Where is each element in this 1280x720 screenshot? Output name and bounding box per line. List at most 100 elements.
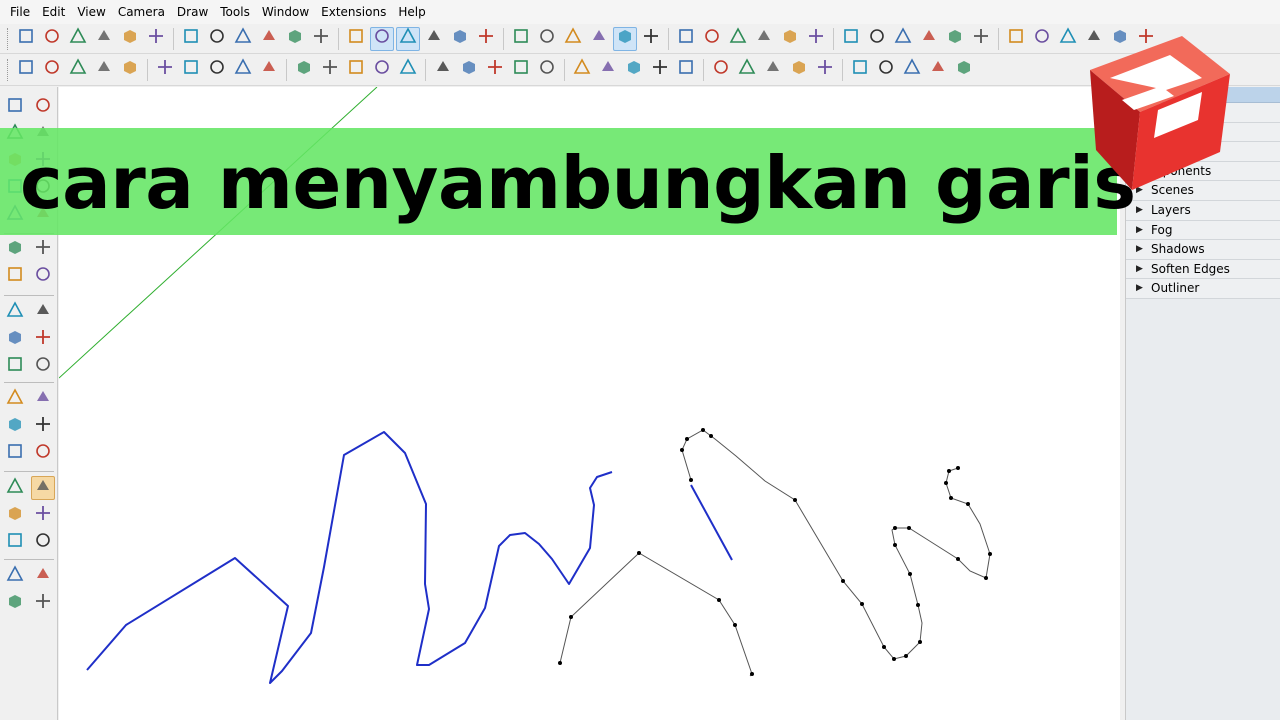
window3-button[interactable]: [205, 58, 229, 82]
component-button[interactable]: [804, 27, 828, 51]
three-point-arc-tool[interactable]: [3, 264, 27, 288]
zoom-extents-tool[interactable]: [3, 530, 27, 554]
tray-item-layers[interactable]: ▶ Layers: [1126, 200, 1280, 221]
offset-button[interactable]: [396, 26, 420, 51]
layer-button[interactable]: [891, 27, 915, 51]
zoom-tool[interactable]: [3, 503, 27, 527]
undo-button[interactable]: [205, 27, 229, 51]
pencil-line-button[interactable]: [926, 58, 950, 82]
match-photo-button[interactable]: [1004, 27, 1028, 51]
protractor-tool[interactable]: [3, 414, 27, 438]
text-tool[interactable]: [31, 414, 55, 438]
shaded-button[interactable]: [674, 27, 698, 51]
warehouse-button[interactable]: [726, 27, 750, 51]
group-button[interactable]: [596, 58, 620, 82]
kink-button[interactable]: [874, 58, 898, 82]
iso-view-button[interactable]: [422, 27, 446, 51]
tape-measure-tool[interactable]: [3, 387, 27, 411]
menu-tools[interactable]: Tools: [214, 0, 256, 24]
measure-button[interactable]: [257, 58, 281, 82]
share-model-button[interactable]: [752, 27, 776, 51]
sparkle-button[interactable]: [370, 58, 394, 82]
cube2-button[interactable]: [509, 58, 533, 82]
position-camera-tool[interactable]: [3, 564, 27, 588]
left-view-button[interactable]: [561, 27, 585, 51]
teapot-button[interactable]: [40, 58, 64, 82]
menu-draw[interactable]: Draw: [171, 0, 214, 24]
cut-button[interactable]: [92, 27, 116, 51]
section-cut-button[interactable]: [969, 27, 993, 51]
select-arrow-tool[interactable]: [3, 95, 27, 119]
axes-tool[interactable]: [3, 441, 27, 465]
cube1-button[interactable]: [483, 58, 507, 82]
tray-item-soften-edges[interactable]: ▶ Soften Edges: [1126, 259, 1280, 280]
top-view-button[interactable]: [448, 27, 472, 51]
home-button[interactable]: [778, 27, 802, 51]
scale-tool[interactable]: [3, 354, 27, 378]
box3-button[interactable]: [674, 58, 698, 82]
box2-button[interactable]: [648, 58, 672, 82]
terrain-button[interactable]: [92, 58, 116, 82]
model-info-button[interactable]: [283, 27, 307, 51]
section-display-button[interactable]: [943, 27, 967, 51]
t-square-button[interactable]: [344, 58, 368, 82]
new-button[interactable]: [14, 27, 38, 51]
select-circle-button[interactable]: [14, 58, 38, 82]
tray-item-fog[interactable]: ▶ Fog: [1126, 220, 1280, 241]
push-pull-tool[interactable]: [31, 300, 55, 324]
window-button[interactable]: [153, 58, 177, 82]
black-segment-left[interactable]: [559, 552, 753, 677]
section-plane-tool[interactable]: [31, 591, 55, 615]
zoom-window-tool[interactable]: [31, 503, 55, 527]
window2-button[interactable]: [179, 58, 203, 82]
hidden-line-button[interactable]: [639, 27, 663, 51]
blue-selected-segment[interactable]: [690, 484, 733, 561]
menu-view[interactable]: View: [71, 0, 111, 24]
house-button[interactable]: [839, 27, 863, 51]
save-button[interactable]: [66, 27, 90, 51]
triangle-button[interactable]: [318, 58, 342, 82]
car-button[interactable]: [457, 58, 481, 82]
previous-view-tool[interactable]: [31, 530, 55, 554]
open-button[interactable]: [40, 27, 64, 51]
push-pull-button[interactable]: [344, 27, 368, 51]
extension-button[interactable]: [865, 27, 889, 51]
globe-button[interactable]: [431, 58, 455, 82]
rotate-tool[interactable]: [3, 327, 27, 351]
checker-button[interactable]: [709, 58, 733, 82]
pan-tool[interactable]: [31, 476, 55, 500]
orbit-tool[interactable]: [3, 476, 27, 500]
right-view-button[interactable]: [509, 27, 533, 51]
ridge-button[interactable]: [848, 58, 872, 82]
box1-button[interactable]: [622, 58, 646, 82]
move-tool[interactable]: [3, 300, 27, 324]
black-segment-top[interactable]: [681, 429, 991, 660]
front-view-button[interactable]: [474, 27, 498, 51]
roof-button[interactable]: [813, 58, 837, 82]
menu-extensions[interactable]: Extensions: [315, 0, 392, 24]
print-button[interactable]: [257, 27, 281, 51]
redo-button[interactable]: [231, 27, 255, 51]
dimension-tool[interactable]: [31, 387, 55, 411]
move-button[interactable]: [309, 27, 333, 51]
copy-button[interactable]: [118, 27, 142, 51]
menu-edit[interactable]: Edit: [36, 0, 71, 24]
sandbox-button[interactable]: [1030, 27, 1054, 51]
menu-camera[interactable]: Camera: [112, 0, 171, 24]
two-point-arc-tool[interactable]: [31, 237, 55, 261]
erase-button[interactable]: [179, 27, 203, 51]
3d-text-tool[interactable]: [31, 441, 55, 465]
circle-target-button[interactable]: [292, 58, 316, 82]
paste-button[interactable]: [144, 27, 168, 51]
tray-item-shadows[interactable]: ▶ Shadows: [1126, 240, 1280, 260]
menu-window[interactable]: Window: [256, 0, 315, 24]
menu-help[interactable]: Help: [392, 0, 431, 24]
section-plane-button[interactable]: [917, 27, 941, 51]
hand-button[interactable]: [66, 58, 90, 82]
wireframe-button[interactable]: [613, 26, 637, 51]
stamp-button[interactable]: [118, 58, 142, 82]
disc-button[interactable]: [735, 58, 759, 82]
blue-freehand-curve[interactable]: [86, 431, 613, 684]
grass-button[interactable]: [535, 58, 559, 82]
make-component-tool[interactable]: [31, 95, 55, 119]
